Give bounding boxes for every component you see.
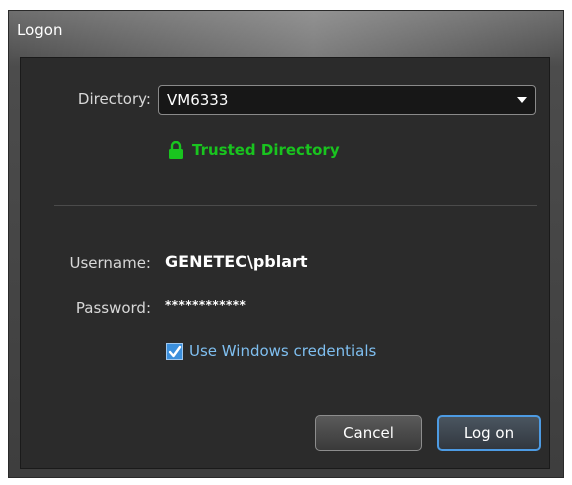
directory-select[interactable]: VM6333 [158, 85, 536, 115]
password-value: ************ [165, 298, 247, 312]
cancel-button[interactable]: Cancel [315, 415, 422, 451]
username-label: Username: [69, 254, 151, 272]
use-windows-credentials-row[interactable]: Use Windows credentials [166, 342, 376, 360]
password-label: Password: [75, 299, 151, 317]
chevron-down-icon[interactable] [517, 97, 527, 103]
use-windows-credentials-label[interactable]: Use Windows credentials [189, 342, 376, 360]
divider [54, 205, 537, 206]
directory-label: Directory: [77, 90, 151, 108]
checkmark-icon [168, 345, 182, 357]
use-windows-credentials-checkbox[interactable] [166, 342, 183, 360]
trusted-directory-indicator: Trusted Directory [168, 141, 340, 159]
directory-value: VM6333 [167, 91, 229, 109]
log-on-button[interactable]: Log on [437, 415, 541, 451]
trusted-directory-text: Trusted Directory [192, 141, 340, 159]
lock-icon [169, 141, 183, 159]
dialog-title: Logon [17, 21, 63, 39]
logon-dialog: Logon Directory: VM6333 Trusted Director… [8, 10, 564, 478]
logon-panel: Directory: VM6333 Trusted Directory User… [20, 57, 550, 469]
username-value: GENETEC\pblart [165, 252, 308, 271]
